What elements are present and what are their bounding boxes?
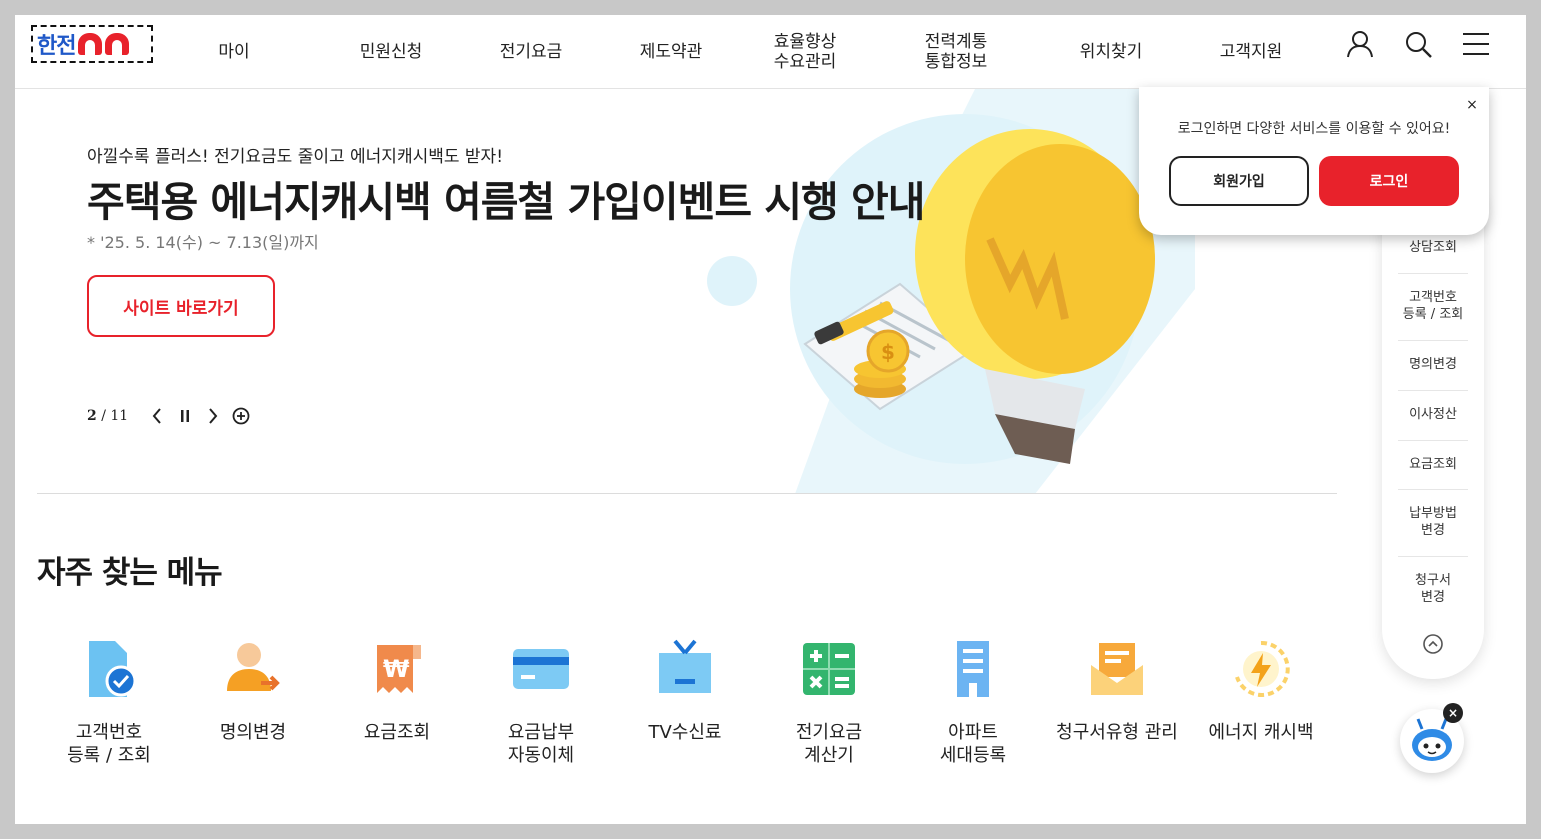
quick-item-move-settlement[interactable]: 이사정산 [1398, 406, 1468, 423]
nav-terms[interactable]: 제도약관 [616, 15, 726, 89]
prev-slide-icon[interactable] [148, 407, 166, 425]
menu-label: 청구서유형 관리 [1056, 722, 1178, 743]
energy-cashback-icon [1235, 640, 1290, 697]
menu-label: 전기요금 계산기 [795, 722, 863, 766]
kepco-on-logo[interactable]: 한전 [31, 25, 153, 63]
quick-divider [1398, 390, 1468, 391]
quick-divider [1398, 273, 1468, 274]
search-icon[interactable] [1403, 29, 1433, 59]
menu-label: 요금조회 [363, 722, 431, 743]
menu-label: 명의변경 [219, 722, 287, 743]
pager-separator: / [101, 408, 106, 424]
quick-item-payment-method[interactable]: 납부방법 변경 [1398, 505, 1468, 539]
chatbot-close-icon[interactable]: × [1443, 703, 1463, 723]
credit-card-icon [513, 649, 569, 689]
site-header: 한전 마이 민원신청 전기요금 제도약관 효율향상 수요관리 전력계통 통합정보… [15, 15, 1526, 89]
quick-item-customer-number[interactable]: 고객번호 등록 / 조회 [1398, 289, 1468, 323]
calculator-icon [803, 643, 855, 695]
svg-text:$: $ [881, 340, 895, 364]
apartment-icon [957, 641, 989, 697]
pager-total: 11 [110, 408, 129, 424]
document-check-icon [89, 641, 137, 697]
menu-bill-inquiry[interactable]: ₩ 요금조회 [325, 637, 469, 744]
logo-wordmark: 한전 [37, 33, 76, 58]
nav-my[interactable]: 마이 [194, 15, 274, 89]
user-icon[interactable] [1345, 29, 1375, 59]
menu-label: 요금납부 자동이체 [507, 722, 575, 766]
hero-period: * '25. 5. 14(수) ~ 7.13(일)까지 [87, 233, 319, 252]
pager-count: 2 / 11 [87, 408, 128, 424]
menu-energy-cashback[interactable]: 에너지 캐시백 [1189, 637, 1333, 744]
quick-item-consult[interactable]: 상담조회 [1398, 239, 1468, 256]
login-popup-message: 로그인하면 다양한 서비스를 이용할 수 있어요! [1177, 121, 1451, 137]
menu-name-change[interactable]: 명의변경 [181, 637, 325, 744]
receipt-won-icon: ₩ [377, 645, 421, 693]
quick-divider [1398, 556, 1468, 557]
quick-item-name-change[interactable]: 명의변경 [1398, 356, 1468, 373]
menu-apartment-registration[interactable]: 아파트 세대등록 [901, 637, 1045, 767]
nav-electric-bill[interactable]: 전기요금 [476, 15, 586, 89]
menu-customer-number[interactable]: 고객번호 등록 / 조회 [37, 637, 181, 767]
section-divider [37, 493, 1337, 494]
close-icon[interactable]: × [1464, 97, 1480, 113]
person-transfer-icon [227, 643, 280, 691]
join-button[interactable]: 회원가입 [1169, 156, 1309, 206]
pause-icon[interactable] [176, 407, 194, 425]
svg-text:₩: ₩ [383, 655, 410, 683]
quick-divider [1398, 489, 1468, 490]
login-button[interactable]: 로그인 [1319, 156, 1459, 206]
menu-label: 고객번호 등록 / 조회 [67, 722, 151, 766]
nav-grid-info[interactable]: 전력계통 통합정보 [901, 15, 1011, 89]
quick-menu-bar [1382, 195, 1484, 679]
menu-tv-fee[interactable]: TV수신료 [613, 637, 757, 744]
energy-cashback-illustration: $ [707, 89, 1195, 494]
site-shortcut-button[interactable]: 사이트 바로가기 [87, 275, 275, 337]
plus-circle-icon[interactable] [232, 407, 250, 425]
quick-divider [1398, 340, 1468, 341]
mail-icon [1091, 643, 1143, 695]
menu-auto-payment[interactable]: 요금납부 자동이체 [469, 637, 613, 767]
banner-pager: 2 / 11 [87, 407, 250, 425]
menu-bill-calculator[interactable]: 전기요금 계산기 [757, 637, 901, 767]
chevron-up-circle-icon[interactable] [1422, 633, 1444, 655]
menu-label: 에너지 캐시백 [1208, 722, 1314, 743]
menu-bill-type[interactable]: 청구서유형 관리 [1045, 637, 1189, 744]
page-frame: 한전 마이 민원신청 전기요금 제도약관 효율향상 수요관리 전력계통 통합정보… [15, 15, 1526, 824]
frequent-menu-title: 자주 찾는 메뉴 [37, 555, 223, 591]
nav-support[interactable]: 고객지원 [1196, 15, 1306, 89]
nav-efficiency-demand[interactable]: 효율향상 수요관리 [750, 15, 860, 89]
nav-location[interactable]: 위치찾기 [1056, 15, 1166, 89]
quick-divider [1398, 440, 1468, 441]
tv-icon [659, 639, 711, 693]
pager-current: 2 [87, 408, 97, 424]
menu-label: TV수신료 [648, 722, 722, 743]
quick-item-bill-change[interactable]: 청구서 변경 [1398, 572, 1468, 606]
menu-icon[interactable] [1461, 29, 1491, 59]
quick-item-bill-inquiry[interactable]: 요금조회 [1398, 456, 1468, 473]
logo-on-mark [78, 33, 130, 55]
hero-title: 주택용 에너지캐시백 여름철 가입이벤트 시행 안내 [87, 178, 925, 226]
menu-label: 아파트 세대등록 [939, 722, 1007, 766]
hero-subtitle: 아낄수록 플러스! 전기요금도 줄이고 에너지캐시백도 받자! [87, 147, 504, 167]
next-slide-icon[interactable] [204, 407, 222, 425]
nav-civil-petition[interactable]: 민원신청 [336, 15, 446, 89]
